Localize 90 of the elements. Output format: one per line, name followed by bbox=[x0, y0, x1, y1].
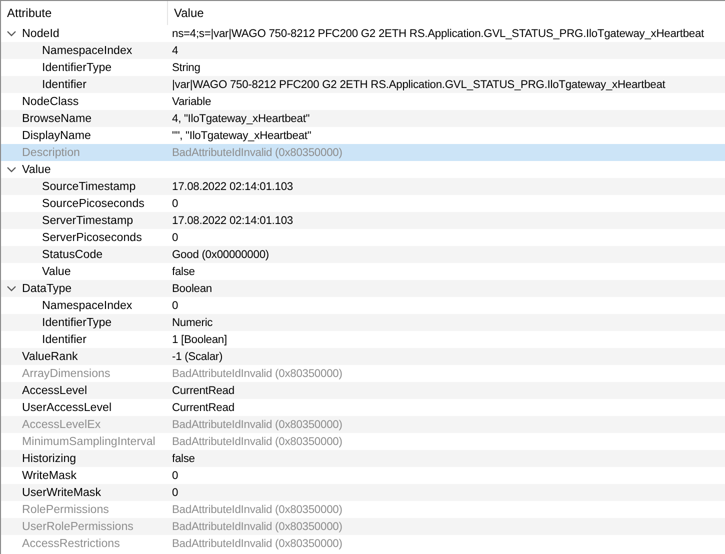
tree-row[interactable]: ServerPicoseconds 0 bbox=[1, 229, 725, 246]
attribute-value: -1 (Scalar) bbox=[172, 350, 223, 362]
attribute-value: 0 bbox=[172, 486, 178, 498]
attribute-value: 17.08.2022 02:14:01.103 bbox=[172, 180, 293, 192]
attribute-name: SourcePicoseconds bbox=[42, 197, 144, 210]
attribute-name: MinimumSamplingInterval bbox=[22, 435, 156, 448]
tree-row[interactable]: DataType Boolean bbox=[1, 280, 725, 297]
attribute-value: 0 bbox=[172, 232, 178, 244]
attribute-name: Identifier bbox=[42, 333, 86, 346]
attribute-name: DisplayName bbox=[22, 129, 91, 142]
attribute-name: Value bbox=[22, 163, 51, 176]
attribute-value: "", "IloTgateway_xHeartbeat" bbox=[172, 130, 312, 142]
attribute-name: NamespaceIndex bbox=[42, 44, 132, 57]
tree-row[interactable]: AccessLevel CurrentRead bbox=[1, 382, 725, 399]
tree-row[interactable]: SourceTimestamp 17.08.2022 02:14:01.103 bbox=[1, 178, 725, 195]
tree-row[interactable]: NamespaceIndex 4 bbox=[1, 42, 725, 59]
attribute-name: UserAccessLevel bbox=[22, 401, 112, 414]
attribute-name: DataType bbox=[22, 282, 72, 295]
attribute-value: Variable bbox=[172, 96, 212, 108]
tree-row[interactable]: StatusCode Good (0x00000000) bbox=[1, 246, 725, 263]
attribute-name: ServerPicoseconds bbox=[42, 231, 142, 244]
tree-row[interactable]: UserWriteMask 0 bbox=[1, 484, 725, 501]
attribute-name: IdentifierType bbox=[42, 316, 112, 329]
attribute-value: 4, "IloTgateway_xHeartbeat" bbox=[172, 112, 310, 124]
attribute-value: 0 bbox=[172, 300, 178, 312]
column-header[interactable]: Attribute bbox=[7, 6, 52, 20]
attribute-value: false bbox=[172, 452, 195, 464]
attribute-value: 0 bbox=[172, 470, 178, 482]
attribute-value: BadAttributeIdInvalid (0x80350000) bbox=[172, 504, 342, 516]
attribute-name: AccessRestrictions bbox=[22, 537, 120, 550]
tree-row[interactable]: DisplayName "", "IloTgateway_xHeartbeat" bbox=[1, 127, 725, 144]
attribute-name: Description bbox=[22, 146, 80, 159]
attribute-value: 0 bbox=[172, 198, 178, 210]
attribute-value: BadAttributeIdInvalid (0x80350000) bbox=[172, 436, 342, 448]
tree-row[interactable]: WriteMask 0 bbox=[1, 467, 725, 484]
attribute-value: false bbox=[172, 266, 195, 278]
chevron-down-icon[interactable] bbox=[7, 286, 16, 292]
attribute-value: CurrentRead bbox=[172, 402, 234, 414]
chevron-down-icon[interactable] bbox=[7, 166, 16, 172]
attribute-value: CurrentRead bbox=[172, 384, 234, 396]
attribute-value: BadAttributeIdInvalid (0x80350000) bbox=[172, 418, 342, 430]
attribute-value: Boolean bbox=[172, 282, 212, 294]
tree-row[interactable]: BrowseName 4, "IloTgateway_xHeartbeat" bbox=[1, 110, 725, 127]
attribute-name: Identifier bbox=[42, 78, 86, 91]
column-header[interactable]: Value bbox=[174, 6, 204, 20]
attribute-value: BadAttributeIdInvalid (0x80350000) bbox=[172, 368, 342, 380]
chevron-down-icon[interactable] bbox=[7, 30, 16, 36]
attribute-name: UserWriteMask bbox=[22, 486, 102, 499]
tree-row[interactable]: IdentifierType String bbox=[1, 59, 725, 76]
attribute-name: NodeId bbox=[22, 27, 60, 40]
attribute-value: String bbox=[172, 62, 200, 74]
attribute-value: 4 bbox=[172, 44, 178, 56]
attribute-name: UserRolePermissions bbox=[22, 520, 134, 533]
attribute-name: RolePermissions bbox=[22, 503, 109, 516]
attribute-value: 17.08.2022 02:14:01.103 bbox=[172, 214, 293, 226]
tree-row[interactable]: Value bbox=[1, 161, 725, 178]
attribute-name: ServerTimestamp bbox=[42, 214, 134, 227]
attribute-name: ValueRank bbox=[22, 350, 78, 363]
tree-row[interactable]: Historizing false bbox=[1, 450, 725, 467]
attribute-value: Good (0x00000000) bbox=[172, 248, 269, 260]
attribute-name: Value bbox=[42, 265, 71, 278]
attribute-name: NamespaceIndex bbox=[42, 299, 132, 312]
tree-row[interactable]: IdentifierType Numeric bbox=[1, 314, 725, 331]
attribute-value: BadAttributeIdInvalid (0x80350000) bbox=[172, 538, 342, 550]
tree-row[interactable]: NamespaceIndex 0 bbox=[1, 297, 725, 314]
tree-row[interactable]: Value false bbox=[1, 263, 725, 280]
attribute-value: Numeric bbox=[172, 316, 213, 328]
tree-row[interactable]: ServerTimestamp 17.08.2022 02:14:01.103 bbox=[1, 212, 725, 229]
attribute-name: NodeClass bbox=[22, 95, 79, 108]
attribute-name: ArrayDimensions bbox=[22, 367, 110, 380]
tree-row[interactable]: UserAccessLevel CurrentRead bbox=[1, 399, 725, 416]
tree-row[interactable]: SourcePicoseconds 0 bbox=[1, 195, 725, 212]
attribute-name: Historizing bbox=[22, 452, 76, 465]
attribute-value: 1 [Boolean] bbox=[172, 334, 227, 346]
tree-row[interactable]: NodeClass Variable bbox=[1, 93, 725, 110]
attribute-value: BadAttributeIdInvalid (0x80350000) bbox=[172, 146, 342, 158]
attribute-value: ns=4;s=|var|WAGO 750-8212 PFC200 G2 2ETH RS.Application.GVL_STATUS_PRG.IloTgateway_xHeartbeat bbox=[172, 28, 704, 40]
attribute-value: BadAttributeIdInvalid (0x80350000) bbox=[172, 520, 342, 532]
attribute-name: IdentifierType bbox=[42, 61, 112, 74]
tree-row[interactable]: ValueRank -1 (Scalar) bbox=[1, 348, 725, 365]
tree-row[interactable]: Identifier 1 [Boolean] bbox=[1, 331, 725, 348]
attribute-name: BrowseName bbox=[22, 112, 92, 125]
attribute-value: |var|WAGO 750-8212 PFC200 G2 2ETH RS.Application.GVL_STATUS_PRG.IloTgateway_xHeartbeat bbox=[172, 78, 666, 90]
attribute-name: SourceTimestamp bbox=[42, 180, 136, 193]
attribute-name: WriteMask bbox=[22, 469, 77, 482]
attribute-name: StatusCode bbox=[42, 248, 103, 261]
tree-row[interactable]: NodeId ns=4;s=|var|WAGO 750-8212 PFC200 G2 2ETH RS.Application.GVL_STATUS_PRG.IloTgateway_xHeartbeat bbox=[1, 25, 725, 42]
tree-row[interactable]: Identifier |var|WAGO 750-8212 PFC200 G2 2ETH RS.Application.GVL_STATUS_PRG.IloTgateway_xHeartbeat bbox=[1, 76, 725, 93]
attribute-name: AccessLevelEx bbox=[22, 418, 101, 431]
attribute-name: AccessLevel bbox=[22, 384, 88, 397]
